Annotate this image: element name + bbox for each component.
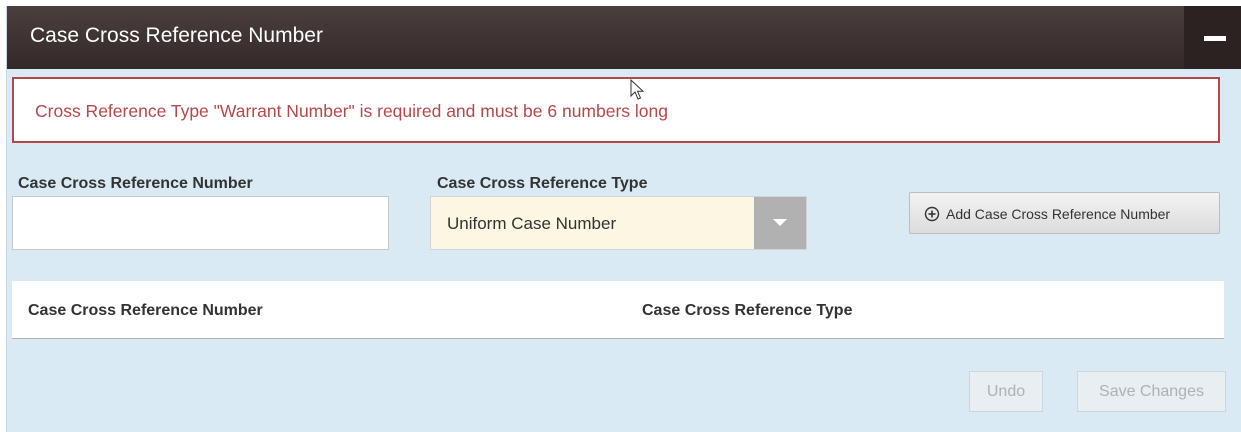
plus-circle-icon [924, 206, 940, 222]
type-field-label: Case Cross Reference Type [437, 175, 648, 192]
column-header-number: Case Cross Reference Number [28, 302, 263, 319]
type-selected-value: Uniform Case Number [447, 214, 617, 233]
panel-header: Case Cross Reference Number [7, 6, 1241, 69]
minus-icon [1204, 36, 1226, 41]
number-field-label: Case Cross Reference Number [18, 175, 253, 192]
add-cross-reference-button[interactable]: Add Case Cross Reference Number [909, 192, 1220, 234]
add-button-label: Add Case Cross Reference Number [946, 206, 1171, 222]
cross-reference-table: Case Cross Reference Number Case Cross R… [12, 281, 1224, 339]
validation-alert: Cross Reference Type "Warrant Number" is… [12, 77, 1220, 143]
cross-reference-number-input[interactable] [12, 196, 389, 250]
collapse-button[interactable] [1184, 6, 1241, 69]
undo-button[interactable]: Undo [969, 371, 1043, 412]
alert-message: Cross Reference Type "Warrant Number" is… [35, 101, 668, 121]
chevron-down-icon [773, 219, 787, 226]
save-changes-button[interactable]: Save Changes [1077, 371, 1226, 412]
panel-title: Case Cross Reference Number [30, 24, 323, 47]
cross-reference-type-select[interactable]: Uniform Case Number [430, 196, 807, 250]
dropdown-toggle[interactable] [754, 197, 806, 249]
mouse-cursor-icon [630, 79, 645, 100]
column-header-type: Case Cross Reference Type [642, 302, 853, 319]
